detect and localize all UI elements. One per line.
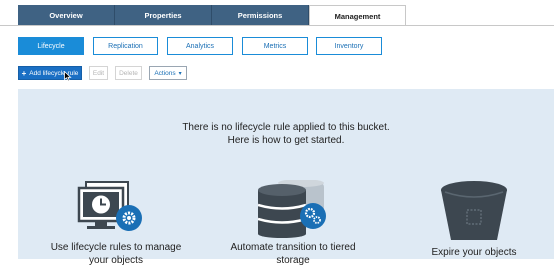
lifecycle-empty-state: There is no lifecycle rule applied to th… bbox=[18, 89, 554, 266]
feature-2-text: Automate transition to tiered storage bbox=[223, 241, 363, 267]
tab-divider bbox=[0, 25, 554, 26]
feature-3-text: Expire your objects bbox=[404, 246, 544, 259]
actions-label: Actions bbox=[154, 69, 176, 77]
actions-dropdown[interactable]: Actions ▾ bbox=[149, 66, 187, 80]
empty-state-line-1: There is no lifecycle rule applied to th… bbox=[182, 122, 390, 133]
add-lifecycle-rule-button[interactable]: + Add lifecycle rule bbox=[18, 66, 82, 80]
empty-state-line-2: Here is how to get started. bbox=[227, 135, 345, 146]
subtab-analytics[interactable]: Analytics bbox=[167, 37, 233, 55]
tab-properties[interactable]: Properties bbox=[115, 5, 212, 25]
computer-clock-gear-icon bbox=[77, 181, 142, 231]
main-tab-bar: Overview Properties Permissions Manageme… bbox=[0, 5, 554, 26]
subtab-replication[interactable]: Replication bbox=[93, 37, 158, 55]
chevron-down-icon: ▾ bbox=[178, 70, 182, 77]
feature-2-line-1: Automate transition to tiered bbox=[230, 242, 356, 253]
feature-2-line-2: storage bbox=[276, 255, 310, 266]
plus-icon: + bbox=[21, 68, 27, 78]
delete-button[interactable]: Delete bbox=[115, 66, 142, 80]
database-gear-icon bbox=[258, 180, 326, 238]
subtab-inventory[interactable]: Inventory bbox=[316, 37, 382, 55]
mouse-pointer-icon bbox=[64, 71, 72, 82]
trash-bucket-icon bbox=[441, 181, 507, 240]
tab-management[interactable]: Management bbox=[309, 5, 406, 26]
feature-1-text: Use lifecycle rules to manage your objec… bbox=[46, 241, 186, 267]
subtab-lifecycle[interactable]: Lifecycle bbox=[18, 37, 84, 55]
subtab-metrics[interactable]: Metrics bbox=[242, 37, 308, 55]
delete-label: Delete bbox=[119, 69, 138, 77]
feature-3-line-1: Expire your objects bbox=[431, 247, 517, 258]
feature-1-line-1: Use lifecycle rules to manage bbox=[50, 242, 182, 253]
edit-button[interactable]: Edit bbox=[89, 66, 108, 80]
feature-1-line-2: your objects bbox=[89, 255, 143, 266]
tab-permissions[interactable]: Permissions bbox=[212, 5, 309, 25]
edit-label: Edit bbox=[92, 69, 105, 77]
tab-overview[interactable]: Overview bbox=[18, 5, 115, 25]
